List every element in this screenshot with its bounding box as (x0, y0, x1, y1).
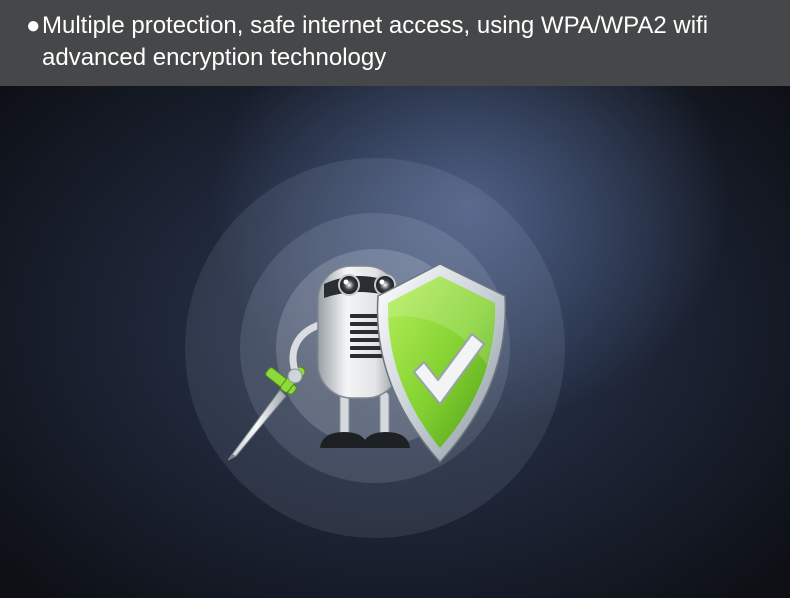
product-page: ● Multiple protection, safe internet acc… (0, 0, 790, 602)
feature-banner: ● Multiple protection, safe internet acc… (0, 0, 790, 86)
bullet-icon: ● (26, 12, 41, 39)
caption-line-1: Multiple protection, safe internet acces… (42, 12, 709, 39)
robot-guard-graphic (227, 263, 507, 464)
caption-line-2: advanced encryption technology (42, 44, 387, 71)
feature-caption: ● Multiple protection, safe internet acc… (24, 10, 760, 74)
security-illustration (0, 86, 790, 598)
bottom-border (0, 598, 790, 602)
shield-check-icon (376, 263, 507, 464)
